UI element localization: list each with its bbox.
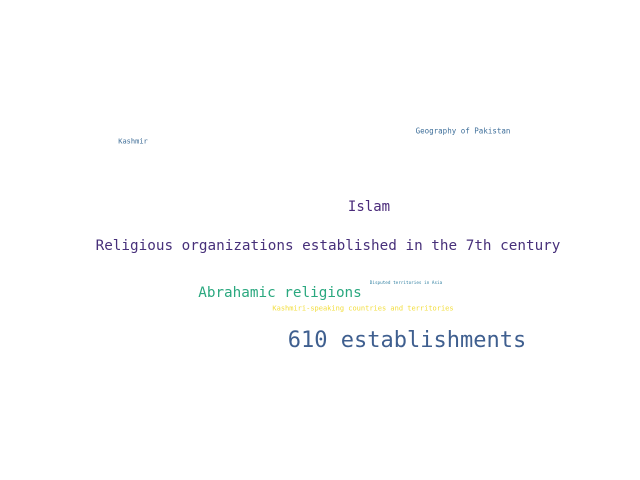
word-kashmir: Kashmir <box>118 137 148 146</box>
word-islam: Islam <box>347 199 391 215</box>
word-geography-of-pakistan: Geography of Pakistan <box>415 126 511 136</box>
word-disputed-territories-in-asia: Disputed territories in Asia <box>369 280 443 286</box>
word-religious-organizations-7th-century: Religious organizations established in t… <box>95 237 561 254</box>
word-cloud: 610 establishments Religious organizatio… <box>0 0 640 480</box>
word-610-establishments: 610 establishments <box>287 328 527 353</box>
word-abrahamic-religions: Abrahamic religions <box>198 284 362 301</box>
word-kashmiri-speaking-countries: Kashmiri-speaking countries and territor… <box>272 304 454 313</box>
